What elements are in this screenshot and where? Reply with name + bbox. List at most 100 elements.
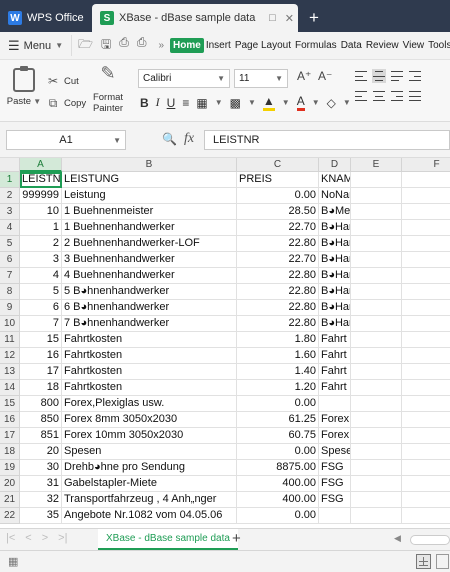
row-header[interactable]: 7 [0,268,20,284]
cell-a8[interactable]: 5 [20,284,62,300]
cell-e21[interactable] [351,492,402,508]
cell-c14[interactable]: 1.20 [237,380,319,396]
cell-b22[interactable]: Angebote Nr.1082 vom 04.05.06 [62,508,237,524]
last-sheet-icon[interactable]: >| [58,532,67,544]
align-bottom-icon[interactable] [390,69,404,83]
column-header-f[interactable]: F [402,158,450,172]
new-tab-button[interactable]: + [304,4,324,32]
cell-f14[interactable] [402,380,450,396]
document-tab[interactable]: S XBase - dBase sample data □ ✕ [92,4,298,32]
cell-a16[interactable]: 850 [20,412,62,428]
row-header[interactable]: 11 [0,332,20,348]
cell-a20[interactable]: 31 [20,476,62,492]
cell-f5[interactable] [402,236,450,252]
normal-view-icon[interactable] [416,554,431,569]
cell-b10[interactable]: 7 B◕hnenhandwerker [62,316,237,332]
cell-b6[interactable]: 3 Buehnenhandwerker [62,252,237,268]
align-middle-icon[interactable] [372,69,386,83]
cell-e9[interactable] [351,300,402,316]
cell-d14[interactable]: Fahrt [319,380,351,396]
cell-f15[interactable] [402,396,450,412]
cell-b14[interactable]: Fahrtkosten [62,380,237,396]
cell-a11[interactable]: 15 [20,332,62,348]
cell-e11[interactable] [351,332,402,348]
cell-d11[interactable]: Fahrt [319,332,351,348]
chevron-down-icon[interactable]: ▼ [282,98,290,107]
cell-e3[interactable] [351,204,402,220]
cell-c20[interactable]: 400.00 [237,476,319,492]
row-header[interactable]: 20 [0,476,20,492]
cell-e2[interactable] [351,188,402,204]
italic-button[interactable]: I [156,95,160,110]
cell-e15[interactable] [351,396,402,412]
cell-b16[interactable]: Forex 8mm 3050x2030 [62,412,237,428]
row-header[interactable]: 15 [0,396,20,412]
main-menu-button[interactable]: ☰ Menu ▼ [0,38,69,54]
fill-color-icon[interactable]: ▲ [262,94,275,111]
cell-e17[interactable] [351,428,402,444]
bold-button[interactable]: B [140,96,149,110]
row-header[interactable]: 12 [0,348,20,364]
row-header[interactable]: 14 [0,380,20,396]
cell-d19[interactable]: FSG [319,460,351,476]
cell-f12[interactable] [402,348,450,364]
cell-c16[interactable]: 61.25 [237,412,319,428]
row-header[interactable]: 9 [0,300,20,316]
cell-a3[interactable]: 10 [20,204,62,220]
cell-c8[interactable]: 22.80 [237,284,319,300]
row-header[interactable]: 3 [0,204,20,220]
cell-b18[interactable]: Spesen [62,444,237,460]
cell-c9[interactable]: 22.80 [237,300,319,316]
cell-a10[interactable]: 7 [20,316,62,332]
row-header[interactable]: 19 [0,460,20,476]
cell-b11[interactable]: Fahrtkosten [62,332,237,348]
cell-b3[interactable]: 1 Buehnenmeister [62,204,237,220]
cell-f3[interactable] [402,204,450,220]
row-header[interactable]: 22 [0,508,20,524]
cell-b21[interactable]: Transportfahrzeug , 4 Anh„nger [62,492,237,508]
chevron-down-icon[interactable]: ▼ [248,98,256,107]
cell-a7[interactable]: 4 [20,268,62,284]
cell-b20[interactable]: Gabelstapler-Miete [62,476,237,492]
cell-a17[interactable]: 851 [20,428,62,444]
cell-e8[interactable] [351,284,402,300]
cell-e19[interactable] [351,460,402,476]
cell-a5[interactable]: 2 [20,236,62,252]
cell-e20[interactable] [351,476,402,492]
horizontal-scrollbar[interactable] [410,535,450,545]
row-header[interactable]: 6 [0,252,20,268]
name-box[interactable]: A1 ▼ [6,130,126,150]
cell-c19[interactable]: 8875.00 [237,460,319,476]
column-header-a[interactable]: A [20,158,62,172]
cell-c22[interactable]: 0.00 [237,508,319,524]
cell-d16[interactable]: Forex [319,412,351,428]
cell-f7[interactable] [402,268,450,284]
row-header[interactable]: 5 [0,236,20,252]
cell-f13[interactable] [402,364,450,380]
chevron-down-icon[interactable]: ▼ [215,98,223,107]
cell-e22[interactable] [351,508,402,524]
font-size-select[interactable]: 11 ▼ [234,69,288,88]
align-center-icon[interactable] [372,89,386,103]
sheet-tab[interactable]: XBase - dBase sample data [98,529,238,550]
open-folder-icon[interactable]: 🗁 [78,35,93,56]
cell-a18[interactable]: 20 [20,444,62,460]
cell-d5[interactable]: B◕Han [319,236,351,252]
cell-d8[interactable]: B◕Han [319,284,351,300]
borders-icon[interactable]: ▦ [196,96,207,110]
cell-b1[interactable]: LEISTUNG [62,172,237,188]
cell-c1[interactable]: PREIS [237,172,319,188]
cell-d13[interactable]: Fahrt [319,364,351,380]
cell-f2[interactable] [402,188,450,204]
cell-c2[interactable]: 0.00 [237,188,319,204]
row-header[interactable]: 10 [0,316,20,332]
cell-c13[interactable]: 1.40 [237,364,319,380]
page-layout-view-icon[interactable] [436,554,449,569]
cell-c6[interactable]: 22.70 [237,252,319,268]
row-header[interactable]: 13 [0,364,20,380]
row-header[interactable]: 21 [0,492,20,508]
cell-d7[interactable]: B◕Han [319,268,351,284]
cell-d17[interactable]: Forex [319,428,351,444]
indent-icon[interactable] [408,69,422,83]
cell-a22[interactable]: 35 [20,508,62,524]
